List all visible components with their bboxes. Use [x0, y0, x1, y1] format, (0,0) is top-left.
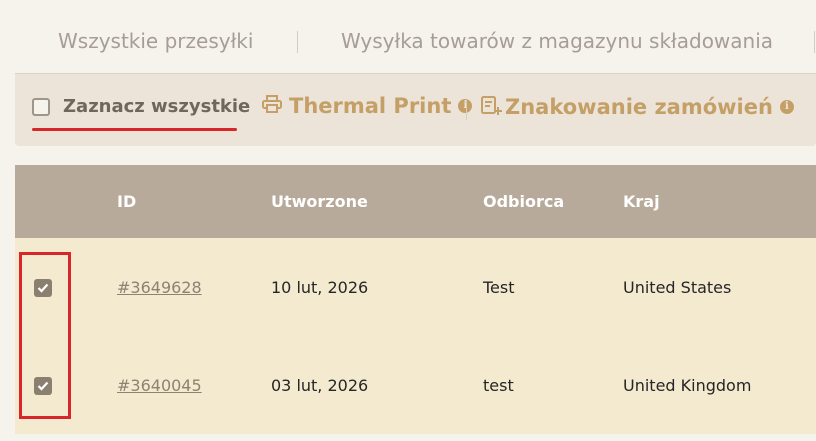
- checkbox-empty-icon[interactable]: [32, 97, 50, 116]
- recipient-name: Test: [483, 278, 515, 297]
- column-header-recipient[interactable]: Odbiorca: [483, 192, 564, 211]
- column-header-id[interactable]: ID: [117, 192, 136, 211]
- shipment-id-link[interactable]: #3649628: [117, 278, 202, 297]
- order-marking-button[interactable]: Znakowanie zamówień i: [480, 94, 794, 120]
- recipient-name: test: [483, 376, 514, 395]
- table-header: ID Utworzone Odbiorca Kraj: [15, 165, 816, 238]
- printer-icon: [262, 95, 282, 117]
- toolbar-divider: [466, 100, 467, 120]
- bulk-actions-toolbar: Zaznacz wszystkie Thermal Print i Znakow…: [15, 74, 816, 146]
- shipment-id-link[interactable]: #3640045: [117, 376, 202, 395]
- highlight-underline: [32, 128, 237, 131]
- tab-warehouse-shipping[interactable]: Wysyłka towarów z magazynu składowania: [341, 29, 773, 53]
- info-icon[interactable]: i: [779, 100, 794, 114]
- thermal-print-button[interactable]: Thermal Print i: [262, 94, 473, 118]
- tab-all-shipments[interactable]: Wszystkie przesyłki: [58, 29, 253, 53]
- label-add-icon: [480, 94, 502, 120]
- thermal-print-label: Thermal Print: [289, 94, 452, 118]
- column-header-created[interactable]: Utworzone: [271, 192, 368, 211]
- order-marking-label: Znakowanie zamówień: [505, 95, 773, 119]
- highlight-box: [19, 252, 71, 419]
- table-row[interactable]: #3640045 03 lut, 2026 test United Kingdo…: [15, 336, 816, 434]
- created-date: 03 lut, 2026: [271, 376, 369, 395]
- country-name: United States: [623, 278, 732, 297]
- select-all-label[interactable]: Zaznacz wszystkie: [63, 96, 250, 117]
- select-all-checkbox[interactable]: Zaznacz wszystkie: [32, 96, 250, 117]
- table-row[interactable]: #3649628 10 lut, 2026 Test United States: [15, 238, 816, 336]
- created-date: 10 lut, 2026: [271, 278, 369, 297]
- shipment-tabs: Wszystkie przesyłki Wysyłka towarów z ma…: [0, 0, 816, 74]
- tab-divider: [297, 31, 298, 53]
- column-header-country[interactable]: Kraj: [623, 192, 660, 211]
- tab-divider: [814, 31, 815, 53]
- country-name: United Kingdom: [623, 376, 752, 395]
